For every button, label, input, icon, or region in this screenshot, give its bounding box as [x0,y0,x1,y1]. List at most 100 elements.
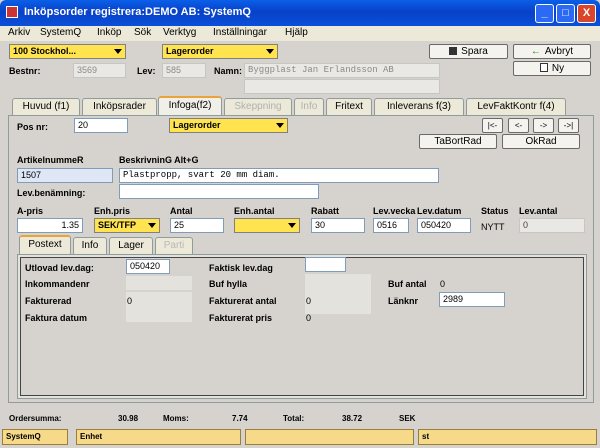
inkommanden-label: Inkommandenr [25,279,90,289]
levben-label: Lev.benämning: [17,188,86,198]
company-combo[interactable]: 100 Stockhol... [9,44,126,59]
bufhylla-box [305,274,371,314]
enhpris-combo[interactable]: SEK/TFP [94,218,160,233]
nav-first-button[interactable]: |<- [482,118,503,133]
nav-last-button[interactable]: ->| [558,118,579,133]
status-unit: Enhet [76,429,241,445]
menu-hjalp[interactable]: Hjälp [285,27,308,38]
apris-field[interactable]: 1.35 [17,218,83,233]
utlovad-field[interactable]: 050420 [126,259,170,274]
status-app: SystemQ [2,429,68,445]
levvecka-field[interactable]: 0516 [373,218,409,233]
bufhylla-label: Buf hylla [209,279,248,289]
close-button[interactable]: X [577,4,596,23]
new-label: Ny [551,63,565,74]
lev-field: 585 [162,63,206,78]
moms-label: Moms: [163,414,189,423]
namn-label: Namn: [214,66,243,76]
total-value: 38.72 [342,414,363,423]
tab-inkopsrader[interactable]: Inköpsrader [82,98,157,115]
total-label: Total: [283,414,305,423]
subtab-lager[interactable]: Lager [109,237,153,254]
menu-systemq[interactable]: SystemQ [40,27,81,38]
levdatum-label: Lev.datum [417,206,462,216]
artnr-label: ArtikelnummeR [17,155,84,165]
save-button[interactable]: Spara [429,44,508,59]
posnr-field[interactable]: 20 [74,118,128,133]
nav-prev-button[interactable]: <- [508,118,529,133]
menu-arkiv[interactable]: Arkiv [8,27,30,38]
antal-label: Antal [170,206,193,216]
chevron-down-icon [276,123,284,128]
tab-skeppning: Skeppning [224,98,292,115]
chevron-down-icon [148,223,156,228]
levantal-label: Lev.antal [519,206,558,216]
new-button[interactable]: Ny [513,61,591,76]
info-box [20,257,584,396]
fakturerat-pris-value: 0 [306,313,312,323]
status-label: Status [481,206,509,216]
rowtype-combo[interactable]: Lagerorder [169,118,288,133]
menu-bar: Arkiv SystemQ Inköp Sök Verktyg Inställn… [0,26,600,41]
tab-fritext[interactable]: Fritext [326,98,372,115]
subtab-parti: Parti [155,237,193,254]
rabatt-label: Rabatt [311,206,340,216]
apris-label: A-pris [17,206,44,216]
fakturerat-antal-value: 0 [306,296,312,306]
desc-field[interactable]: Plastpropp, svart 20 mm diam. [119,168,439,183]
currency-label: SEK [399,414,416,423]
enhpris-label: Enh.pris [94,206,131,216]
minimize-button[interactable]: _ [535,4,554,23]
status-value: NYTT [481,222,505,232]
posnr-label: Pos nr: [17,122,49,132]
fakturerad-bg [126,292,192,322]
tab-levfaktkontr[interactable]: LevFaktKontr f(4) [466,98,566,115]
subtab-postext[interactable]: Postext [19,235,71,255]
chevron-down-icon [114,49,122,54]
enhpris-value: SEK/TFP [98,220,137,230]
lev-label: Lev: [137,66,156,76]
tab-infoga[interactable]: Infoga(f2) [158,96,222,116]
bestnr-label: Bestnr: [9,66,41,76]
rowtype-combo-value: Lagerorder [173,120,221,130]
status-st: st [418,429,597,445]
enhantal-combo[interactable] [234,218,300,233]
antal-field[interactable]: 25 [170,218,224,233]
rabatt-field[interactable]: 30 [311,218,365,233]
company-combo-value: 100 Stockhol... [13,46,77,56]
utlovad-label: Utlovad lev.dag: [25,263,94,273]
artnr-field[interactable]: 1507 [17,168,113,183]
chevron-down-icon [288,223,296,228]
delete-row-button[interactable]: TaBortRad [419,134,497,149]
status-empty-1 [245,429,414,445]
subtab-info[interactable]: Info [73,237,107,254]
levvecka-label: Lev.vecka [373,206,416,216]
ok-row-button[interactable]: OkRad [502,134,580,149]
levben-field[interactable] [119,184,319,199]
bufantal-value: 0 [440,279,446,289]
desc-label: BeskrivninG Alt+G [119,155,199,165]
lanknr-field[interactable]: 2989 [439,292,505,307]
cancel-button[interactable]: ← Avbryt [513,44,591,59]
fakturerat-antal-label: Fakturerat antal [209,296,277,306]
arrow-left-icon: ← [530,46,541,57]
menu-verktyg[interactable]: Verktyg [163,27,196,38]
nav-next-button[interactable]: -> [533,118,554,133]
faktisk-field[interactable] [305,257,346,272]
namn-field: Byggplast Jan Erlandsson AB [244,63,440,78]
tab-huvud[interactable]: Huvud (f1) [12,98,80,115]
fakturadatum-label: Faktura datum [25,313,88,323]
menu-sok[interactable]: Sök [134,27,151,38]
ordertype-combo-value: Lagerorder [166,46,214,56]
fakturerad-label: Fakturerad [25,296,72,306]
levdatum-field[interactable]: 050420 [417,218,471,233]
tab-inleverans[interactable]: Inleverans f(3) [374,98,464,115]
bufantal-label: Buf antal [388,279,427,289]
fakturerat-pris-label: Fakturerat pris [209,313,273,323]
maximize-button[interactable]: □ [556,4,575,23]
chevron-down-icon [266,49,274,54]
menu-inkop[interactable]: Inköp [97,27,121,38]
menu-installningar[interactable]: Inställningar [213,27,267,38]
ordertype-combo[interactable]: Lagerorder [162,44,278,59]
app-icon [6,6,18,18]
